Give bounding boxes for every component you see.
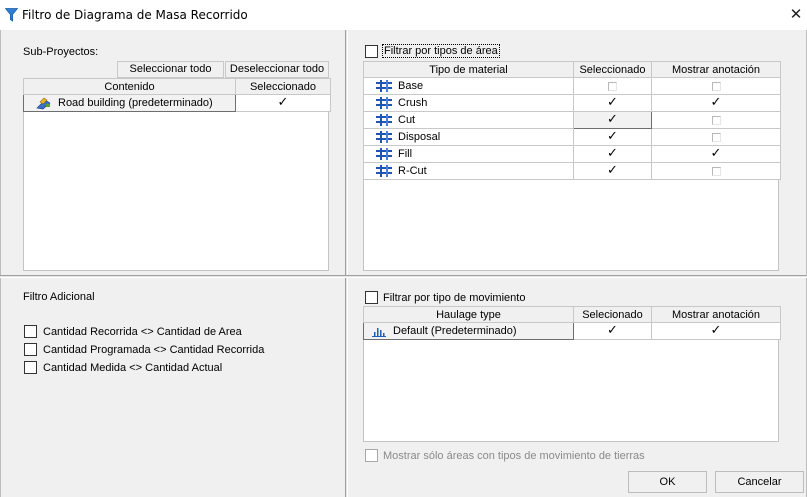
additional-filter-label: Filtro Adicional — [23, 291, 95, 303]
haulage-chart-icon — [372, 328, 386, 338]
select-all-button[interactable]: Seleccionar todo — [117, 61, 224, 78]
area-filter-label-wrap: Filtrar por tipos de área — [382, 44, 500, 58]
check-icon: ✓ — [607, 112, 618, 127]
programmed-quantity-checkbox[interactable] — [24, 343, 37, 356]
area-quantity-label: Cantidad Recorrida <> Cantidad de Area — [43, 326, 242, 338]
programmed-quantity-label: Cantidad Programada <> Cantidad Recorrid… — [43, 344, 265, 356]
area-filter-checkbox[interactable] — [365, 45, 378, 58]
title-bar: Filtro de Diagrama de Masa Recorrido ✕ — [0, 0, 807, 30]
table-row[interactable]: R-Cut ✓ — [363, 162, 781, 180]
check-icon: ✓ — [607, 146, 618, 161]
haulage-name-cell[interactable]: Default (Predeterminado) — [363, 322, 574, 340]
material-name: Fill — [398, 147, 413, 160]
material-name: R-Cut — [398, 164, 427, 177]
material-selected-cell[interactable]: ✓ — [573, 145, 652, 163]
only-areas-label: Mostrar sólo áreas con tipos de movimien… — [383, 450, 645, 462]
unchecked-box-icon — [608, 81, 617, 91]
measured-quantity-checkbox[interactable] — [24, 361, 37, 374]
unchecked-box-icon — [711, 115, 721, 125]
material-annotation-cell[interactable] — [651, 162, 781, 180]
area-quantity-checkbox[interactable] — [24, 325, 37, 338]
road-building-icon — [36, 97, 51, 110]
column-header-show-annotation[interactable]: Mostrar anotación — [651, 61, 781, 78]
material-name-cell[interactable]: R-Cut — [363, 162, 574, 180]
material-name: Crush — [398, 96, 428, 109]
check-icon: ✓ — [607, 323, 618, 338]
check-icon: ✓ — [710, 146, 722, 161]
table-row[interactable]: Disposal ✓ — [363, 128, 781, 146]
material-name-cell[interactable]: Crush — [363, 94, 574, 112]
filter-icon — [5, 8, 18, 22]
table-row[interactable]: Default (Predeterminado) ✓ ✓ — [363, 322, 781, 340]
deselect-all-button[interactable]: Deseleccionar todo — [225, 61, 329, 78]
column-header-selected[interactable]: Seleccionado — [573, 61, 652, 78]
check-icon: ✓ — [710, 323, 722, 338]
haulage-annotation-cell[interactable]: ✓ — [651, 322, 781, 340]
unchecked-box-icon — [711, 166, 721, 176]
material-name-cell[interactable]: Cut — [363, 111, 574, 129]
horizontal-splitter[interactable] — [0, 275, 807, 278]
material-selected-cell[interactable] — [573, 77, 652, 95]
column-header-content[interactable]: Contenido — [23, 78, 236, 95]
measured-quantity-label: Cantidad Medida <> Cantidad Actual — [43, 362, 223, 374]
material-name: Disposal — [398, 130, 441, 143]
movement-filter-checkbox[interactable] — [365, 291, 378, 304]
column-header-selected[interactable]: Selecionado — [573, 306, 652, 323]
cancel-button[interactable]: Cancelar — [715, 471, 804, 493]
movement-filter-label: Filtrar por tipo de movimiento — [383, 292, 526, 304]
check-icon: ✓ — [277, 95, 289, 110]
check-icon: ✓ — [607, 129, 618, 144]
check-icon: ✓ — [607, 95, 618, 110]
subproject-name: Road building (predeterminado) — [58, 96, 213, 109]
material-icon — [376, 80, 392, 93]
material-grid: Tipo de material Seleccionado Mostrar an… — [363, 61, 781, 271]
subprojects-label: Sub-Proyectos: — [23, 46, 99, 58]
material-selected-cell[interactable]: ✓ — [573, 162, 652, 180]
subprojects-grid: Contenido Seleccionado Road building (pr… — [23, 78, 331, 271]
subproject-selected-cell[interactable]: ✓ — [235, 94, 331, 112]
haulage-selected-cell[interactable]: ✓ — [573, 322, 652, 340]
material-annotation-cell[interactable] — [651, 111, 781, 129]
table-row[interactable]: Cut ✓ — [363, 111, 781, 129]
unchecked-box-icon — [711, 132, 721, 142]
material-icon — [376, 97, 392, 110]
table-row[interactable]: Base — [363, 77, 781, 95]
only-areas-checkbox[interactable] — [365, 449, 378, 462]
material-icon — [376, 131, 392, 144]
material-name-cell[interactable]: Fill — [363, 145, 574, 163]
material-selected-cell[interactable]: ✓ — [573, 94, 652, 112]
material-name-cell[interactable]: Disposal — [363, 128, 574, 146]
material-selected-cell[interactable]: ✓ — [573, 128, 652, 146]
column-header-haulage-type[interactable]: Haulage type — [363, 306, 574, 323]
material-name-cell[interactable]: Base — [363, 77, 574, 95]
ok-button[interactable]: OK — [628, 471, 707, 493]
material-annotation-cell[interactable] — [651, 128, 781, 146]
material-annotation-cell[interactable]: ✓ — [651, 145, 781, 163]
subproject-name-cell[interactable]: Road building (predeterminado) — [23, 94, 236, 112]
material-name: Cut — [398, 113, 416, 126]
material-icon — [376, 165, 392, 178]
vertical-splitter[interactable] — [345, 30, 348, 497]
haulage-grid: Haulage type Selecionado Mostrar anotaci… — [363, 306, 781, 442]
column-header-material-type[interactable]: Tipo de material — [363, 61, 574, 78]
unchecked-box-icon — [711, 81, 721, 91]
column-header-show-annotation[interactable]: Mostrar anotación — [651, 306, 781, 323]
material-annotation-cell[interactable] — [651, 77, 781, 95]
check-icon: ✓ — [710, 95, 722, 110]
material-icon — [376, 148, 392, 161]
material-name: Base — [398, 79, 424, 92]
table-row[interactable]: Crush ✓ ✓ — [363, 94, 781, 112]
area-filter-label: Filtrar por tipos de área — [382, 44, 500, 58]
window-title: Filtro de Diagrama de Masa Recorrido — [22, 8, 248, 22]
check-icon: ✓ — [607, 163, 618, 178]
table-row[interactable]: Fill ✓ ✓ — [363, 145, 781, 163]
material-icon — [376, 114, 392, 127]
close-icon[interactable]: ✕ — [789, 5, 803, 23]
material-annotation-cell[interactable]: ✓ — [651, 94, 781, 112]
table-row[interactable]: Road building (predeterminado) ✓ — [23, 94, 331, 112]
column-header-selected[interactable]: Seleccionado — [235, 78, 331, 95]
haulage-name: Default (Predeterminado) — [393, 324, 517, 337]
material-selected-cell[interactable]: ✓ — [573, 111, 652, 129]
